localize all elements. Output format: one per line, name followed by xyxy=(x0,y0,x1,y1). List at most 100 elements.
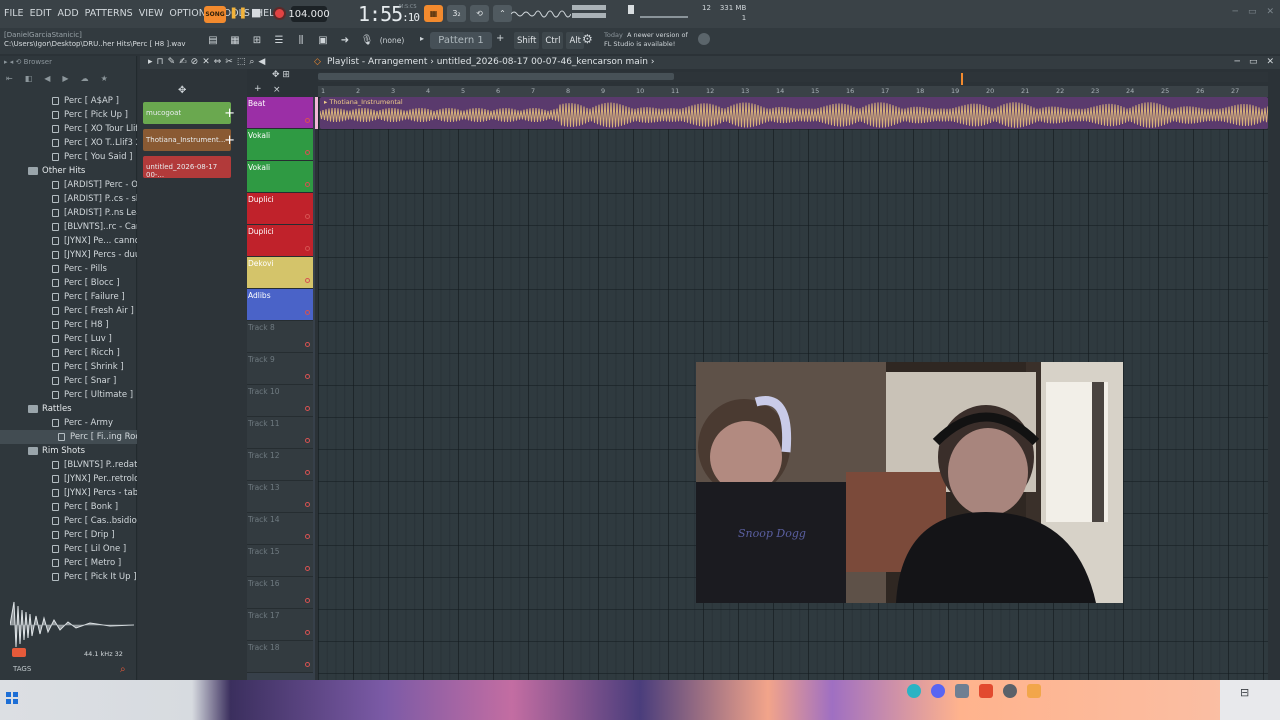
browser-file[interactable]: Perc [ Cas..bsidion ] xyxy=(0,514,137,528)
arrow-icon[interactable]: ➜ xyxy=(337,32,353,49)
playlist-icon[interactable]: ▤ xyxy=(205,32,221,49)
track-mute-led[interactable] xyxy=(305,502,310,507)
track-mute-led[interactable] xyxy=(305,630,310,635)
browser-file[interactable]: [JYNX] Per..retrolog xyxy=(0,472,137,486)
browser-file[interactable]: Perc - Army xyxy=(0,416,137,430)
track-mute-led[interactable] xyxy=(305,470,310,475)
browser-icon[interactable]: ▣ xyxy=(315,32,331,49)
browser-file[interactable]: Perc [ Fi..ing Rod ] xyxy=(0,430,137,444)
slice-icon[interactable]: ✂ xyxy=(225,57,233,67)
brave-icon[interactable] xyxy=(979,684,993,698)
menu-arrow-icon[interactable]: ▸ xyxy=(148,57,153,67)
track-header[interactable]: Duplici xyxy=(247,225,313,257)
browser-folder[interactable]: Rattles xyxy=(0,402,137,416)
pause-icon[interactable]: ❚❚ xyxy=(229,6,247,19)
obs-icon[interactable] xyxy=(1003,684,1017,698)
delete-icon[interactable]: ⊘ xyxy=(191,57,199,67)
browser-file[interactable]: Perc [ Bonk ] xyxy=(0,500,137,514)
menu-add[interactable]: ADD xyxy=(58,8,79,19)
zoom-handle-icon[interactable]: ✥ ⊞ xyxy=(272,70,290,80)
browser-file[interactable]: Perc [ You Said ] xyxy=(0,150,137,164)
menu-patterns[interactable]: PATTERNS xyxy=(85,8,133,19)
news-icon[interactable]: ⚙ xyxy=(582,32,593,46)
tempo-display[interactable]: 104.000 xyxy=(288,6,330,22)
browser-file[interactable]: Perc [ Lil One ] xyxy=(0,542,137,556)
search-icon[interactable]: ⌕ xyxy=(120,664,126,675)
track-mute-led[interactable] xyxy=(305,310,310,315)
browser-file[interactable]: Perc [ Luv ] xyxy=(0,332,137,346)
draw-icon[interactable]: ✎ xyxy=(168,57,176,67)
browser-file[interactable]: Perc [ Shrink ] xyxy=(0,360,137,374)
scrollbar-thumb[interactable] xyxy=(318,73,674,80)
start-icon[interactable] xyxy=(6,692,18,704)
add-to-playlist-icon[interactable]: + xyxy=(224,106,235,121)
track-mute-led[interactable] xyxy=(305,662,310,667)
mixer-icon[interactable]: ☰ xyxy=(271,32,287,49)
track-header[interactable]: Beat xyxy=(247,97,313,129)
browser-file[interactable]: [JYNX] Percs - duubi xyxy=(0,248,137,262)
browser-file[interactable]: Perc [ Metro ] xyxy=(0,556,137,570)
mode-icon-2[interactable]: 3₂ xyxy=(447,5,466,22)
timeline-ruler[interactable]: 1 2 3 4 5 6 7 8 9 10 11 12 13 14 15 16 17 18 19 20 21 22 23 24 2… xyxy=(318,86,1268,97)
metronome-icon[interactable]: ⌃ xyxy=(493,5,512,22)
slip-icon[interactable]: ⇔ xyxy=(214,57,222,67)
pattern-arrow-icon[interactable]: ▸ xyxy=(420,34,424,43)
browser-file[interactable]: Perc [ A$AP ] xyxy=(0,94,137,108)
master-volume-icon[interactable] xyxy=(572,5,608,19)
mute-icon[interactable]: ✕ xyxy=(202,57,210,67)
close-icon[interactable]: ✕ xyxy=(1266,7,1274,17)
track-mute-led[interactable] xyxy=(305,534,310,539)
track-mute-led[interactable] xyxy=(305,118,310,123)
audio-clip[interactable] xyxy=(320,97,1268,129)
piano-roll-icon[interactable]: ▦ xyxy=(227,32,243,49)
playhead-marker[interactable] xyxy=(961,73,963,85)
track-mute-led[interactable] xyxy=(305,182,310,187)
browser-file[interactable]: Perc [ Snar ] xyxy=(0,374,137,388)
minimize-icon[interactable]: ─ xyxy=(1233,7,1238,17)
play-sample-icon[interactable] xyxy=(12,648,26,657)
mode-icon-1[interactable]: ▦ xyxy=(424,5,443,22)
back-icon[interactable]: ◀ xyxy=(44,74,50,84)
channel-rack-icon[interactable]: ⊞ xyxy=(249,32,265,49)
edge-icon[interactable] xyxy=(907,684,921,698)
track-mute-led[interactable] xyxy=(305,374,310,379)
track-header[interactable]: Vokali xyxy=(247,161,313,193)
shift-key[interactable]: Shift xyxy=(514,32,540,49)
plugin-icon[interactable]: ⫼ xyxy=(293,32,309,49)
track-header[interactable]: Adlibs xyxy=(247,289,313,321)
track-header[interactable]: Duplici xyxy=(247,193,313,225)
fl-studio-icon[interactable] xyxy=(1027,684,1041,698)
browser-folder[interactable]: Other Hits xyxy=(0,164,137,178)
browser-file[interactable]: Perc [ Ultimate ] xyxy=(0,388,137,402)
browser-file[interactable]: Perc [ XO Tour Llif3 ] xyxy=(0,122,137,136)
track-header[interactable]: Track 10 xyxy=(247,385,313,417)
browser-file[interactable]: [BLVNTS] P..redator xyxy=(0,458,137,472)
move-icon[interactable]: ✥ xyxy=(178,85,186,96)
ctrl-key[interactable]: Ctrl xyxy=(542,32,564,49)
track-mute-led[interactable] xyxy=(305,150,310,155)
track-header[interactable]: Track 8 xyxy=(247,321,313,353)
track-header[interactable]: Track 11 xyxy=(247,417,313,449)
track-mute-led[interactable] xyxy=(305,406,310,411)
update-icon[interactable] xyxy=(698,33,710,45)
browser-file[interactable]: Perc [ XO T..Llif3 2 ] xyxy=(0,136,137,150)
track-header[interactable]: Vokali xyxy=(247,129,313,161)
remove-track-icon[interactable]: × xyxy=(273,85,281,95)
track-mute-led[interactable] xyxy=(305,278,310,283)
track-header[interactable]: Track 17 xyxy=(247,609,313,641)
playlist-close-icon[interactable]: ✕ xyxy=(1266,57,1274,67)
record-button[interactable] xyxy=(273,7,286,20)
news-panel[interactable]: Today A newer version of FL Studio is av… xyxy=(604,31,688,49)
track-header[interactable]: Dekovi xyxy=(247,257,313,289)
track-header[interactable]: Track 15 xyxy=(247,545,313,577)
track-header[interactable]: Track 9 xyxy=(247,353,313,385)
browser-file[interactable]: [BLVNTS]..rc - Carti xyxy=(0,220,137,234)
browser-file[interactable]: Perc [ Pick Up ] xyxy=(0,108,137,122)
browser-folder[interactable]: Rim Shots xyxy=(0,444,137,458)
browser-file[interactable]: [ARDIST] P..cs - slatt xyxy=(0,192,137,206)
playback-icon[interactable]: ◀ xyxy=(258,57,265,67)
playlist-minimize-icon[interactable]: ─ xyxy=(1235,57,1240,67)
track-header[interactable]: Track 12 xyxy=(247,449,313,481)
menu-file[interactable]: FILE xyxy=(4,8,24,19)
track-mute-led[interactable] xyxy=(305,342,310,347)
